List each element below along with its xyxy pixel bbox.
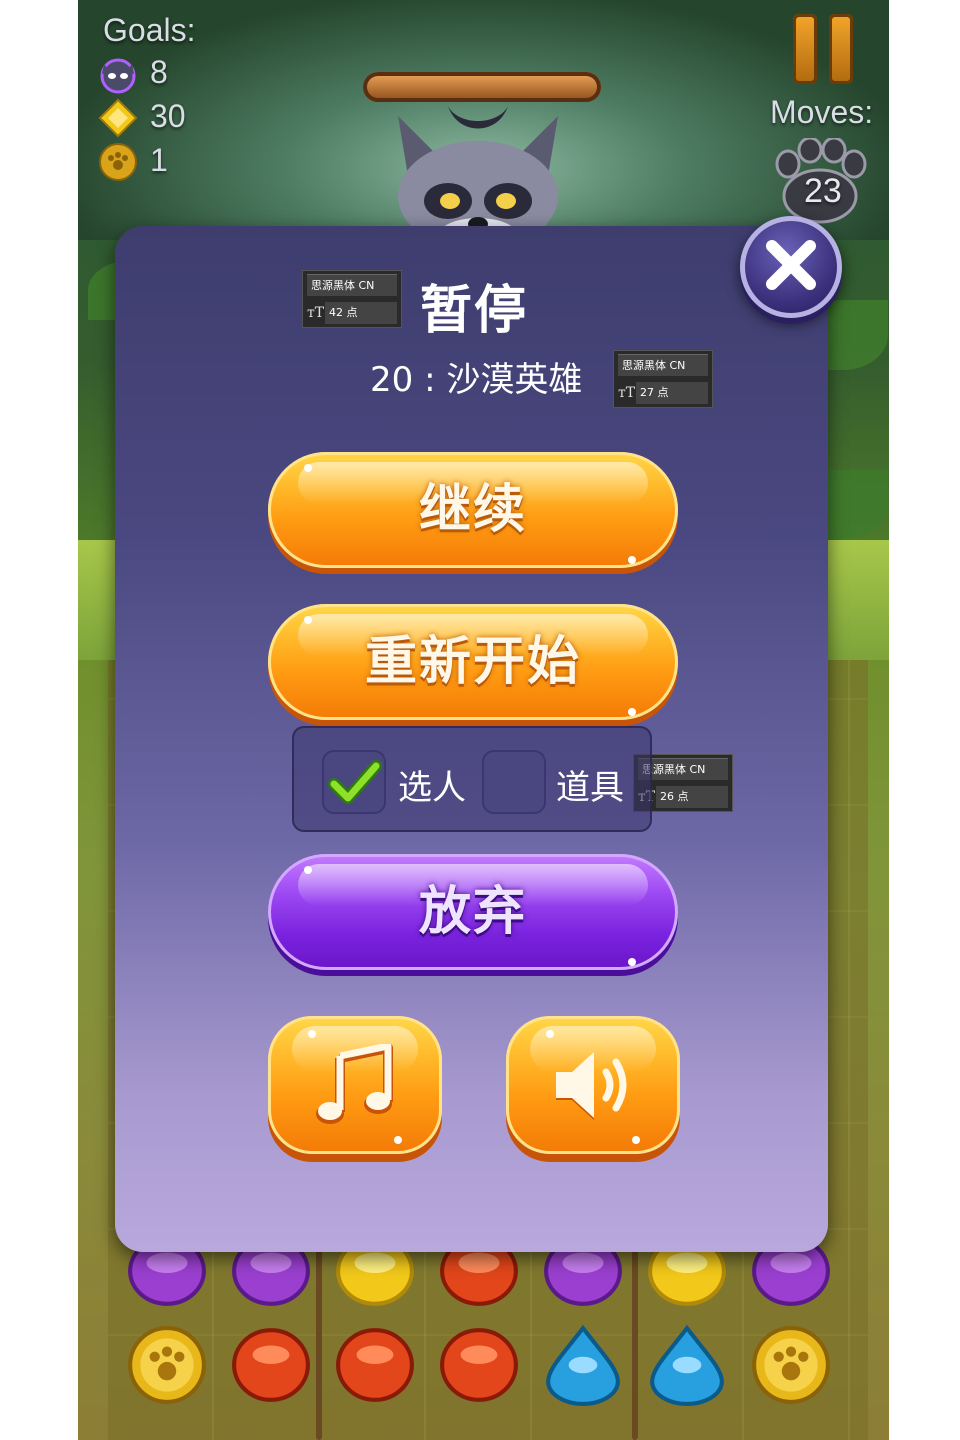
resume-button[interactable]: 继续 xyxy=(268,452,678,574)
raccoon-character xyxy=(378,96,578,254)
goal-count-diamond: 30 xyxy=(150,98,186,134)
text-size-icon: ᴛT xyxy=(618,385,636,401)
red-gem[interactable] xyxy=(334,1324,416,1406)
font-annotation-size: 42 点 xyxy=(325,302,397,324)
music-toggle-button[interactable] xyxy=(268,1016,442,1162)
checkmark-icon xyxy=(328,760,382,804)
level-subtitle: 20 : 沙漠英雄 xyxy=(370,360,583,400)
quit-button[interactable]: 放弃 xyxy=(268,854,678,976)
vine-decoration xyxy=(316,1250,322,1440)
vine-decoration xyxy=(632,1250,638,1440)
restart-button[interactable]: 重新开始 xyxy=(268,604,678,726)
pause-icon xyxy=(793,14,817,84)
select-character-label: 选人 xyxy=(398,768,466,808)
items-checkbox[interactable] xyxy=(482,750,546,814)
speaker-icon xyxy=(556,1052,627,1120)
gold-paw-coin-icon xyxy=(98,142,138,182)
select-character-checkbox[interactable] xyxy=(322,750,386,814)
pause-button[interactable] xyxy=(793,14,859,86)
items-label: 道具 xyxy=(556,768,624,808)
close-button[interactable] xyxy=(740,216,842,318)
moves-count: 23 xyxy=(804,172,842,210)
dialog-title: 暂停 xyxy=(420,281,529,341)
music-note-icon xyxy=(316,1044,393,1124)
blue-drop-gem[interactable] xyxy=(542,1324,624,1406)
font-annotation-font: 思源黑体 CN xyxy=(307,274,397,296)
font-annotation-font: 思源黑体 CN xyxy=(618,354,708,376)
sound-toggle-button[interactable] xyxy=(506,1016,680,1162)
text-size-icon: ᴛT xyxy=(307,305,325,321)
font-annotation-tag: 思源黑体 CN ᴛT 27 点 xyxy=(613,350,713,408)
gold-paw-coin[interactable] xyxy=(750,1324,832,1406)
close-icon xyxy=(766,240,816,290)
goals-label: Goals: xyxy=(103,12,196,48)
restart-button-label: 重新开始 xyxy=(364,632,581,692)
font-annotation-size: 26 点 xyxy=(656,786,728,808)
font-annotation-size: 27 点 xyxy=(636,382,708,404)
red-gem[interactable] xyxy=(438,1324,520,1406)
gold-paw-coin[interactable] xyxy=(126,1324,208,1406)
blue-drop-gem[interactable] xyxy=(646,1324,728,1406)
goal-count-coin: 1 xyxy=(150,142,168,178)
font-annotation-tag: 思源黑体 CN ᴛT 42 点 xyxy=(302,270,402,328)
yellow-diamond-icon xyxy=(98,98,138,138)
moves-label: Moves: xyxy=(770,94,874,130)
resume-button-label: 继续 xyxy=(418,480,527,540)
goal-count-raccoon: 8 xyxy=(150,54,168,90)
quit-button-label: 放弃 xyxy=(418,882,527,942)
raccoon-head-icon xyxy=(98,54,138,94)
red-gem[interactable] xyxy=(230,1324,312,1406)
